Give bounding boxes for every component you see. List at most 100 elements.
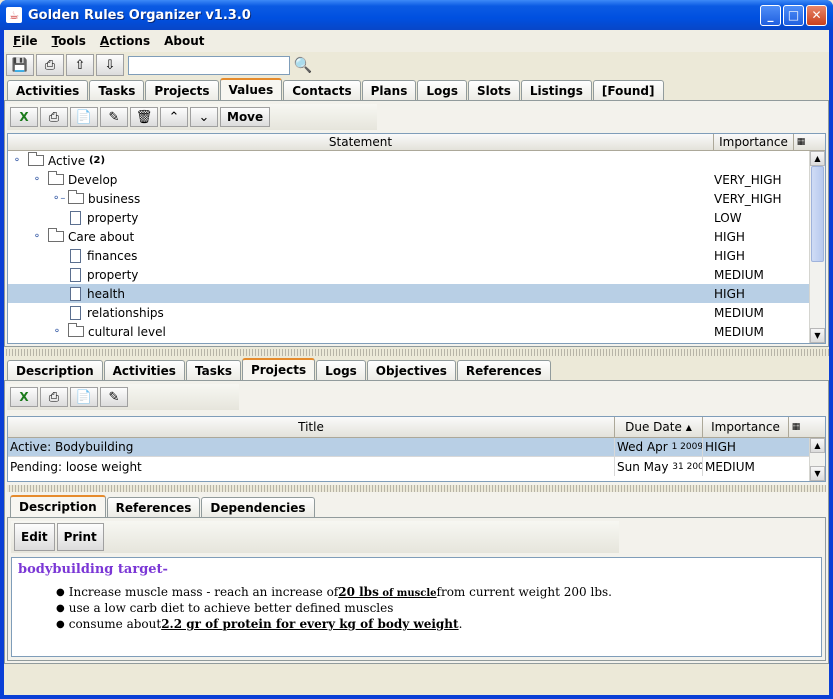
tab-detail-projects[interactable]: Projects: [241, 358, 316, 380]
tree-row-cultural-level[interactable]: ⚬ cultural level MEDIUM: [8, 322, 825, 341]
edit-pencil-icon: ✎: [108, 389, 120, 405]
close-button[interactable]: ✕: [806, 4, 827, 26]
main-toolbar: 💾 ⎙ ⇧ ⇩ 🔍: [4, 52, 829, 78]
importance-value: VERY_HIGH: [714, 172, 782, 187]
tab-detail-activities[interactable]: Activities: [103, 360, 185, 380]
values-print-button[interactable]: ⎙: [40, 107, 68, 127]
minimize-button[interactable]: _: [760, 4, 781, 26]
tree-expanded-handle-icon[interactable]: ⚬: [12, 155, 22, 166]
tab-tasks[interactable]: Tasks: [89, 80, 145, 100]
projects-new-button[interactable]: 📄: [70, 387, 98, 407]
save-button[interactable]: 💾: [6, 54, 34, 76]
table-row[interactable]: Pending: loose weight Sun May 31 2009 ME…: [8, 457, 809, 476]
column-statement[interactable]: Statement: [8, 134, 714, 150]
projects-edit-button[interactable]: ✎: [100, 387, 128, 407]
projects-print-button[interactable]: ⎙: [40, 387, 68, 407]
move-button[interactable]: Move: [220, 107, 271, 127]
search-icon[interactable]: 🔍: [290, 54, 316, 76]
tab-activities[interactable]: Activities: [7, 80, 89, 100]
search-input[interactable]: [128, 55, 290, 75]
tab-listings[interactable]: Listings: [520, 80, 592, 100]
download-button[interactable]: ⇩: [96, 54, 124, 76]
move-up-button[interactable]: ⌃: [160, 107, 188, 127]
column-chooser-icon[interactable]: ▦: [794, 134, 808, 150]
tab-desc-dependencies[interactable]: Dependencies: [201, 497, 315, 517]
scroll-up-icon[interactable]: ▲: [810, 151, 825, 166]
tree-collapsed-handle-icon[interactable]: ⚬–: [52, 193, 65, 204]
tab-description[interactable]: Description: [7, 360, 103, 380]
split-pane-divider[interactable]: [4, 349, 829, 356]
new-document-icon: 📄: [75, 389, 93, 405]
tab-objectives[interactable]: Objectives: [366, 360, 456, 380]
importance-value: VERY_HIGH: [714, 191, 782, 206]
maximize-button[interactable]: □: [783, 4, 804, 26]
tree-row-health[interactable]: health HIGH: [8, 284, 809, 303]
sort-ascending-icon: ▲: [685, 422, 692, 432]
edit-button[interactable]: Edit: [14, 523, 55, 551]
tab-references[interactable]: References: [456, 360, 551, 380]
tab-projects[interactable]: Projects: [145, 80, 219, 100]
description-toolbar: Edit Print: [11, 521, 619, 553]
list-item: use a low carb diet to achieve better de…: [56, 601, 815, 615]
excel-icon: X: [19, 110, 29, 124]
table-row[interactable]: Active: Bodybuilding Wed Apr 1 2009 HIGH: [8, 438, 809, 457]
description-heading: bodybuilding target-: [18, 562, 168, 577]
column-importance[interactable]: Importance: [714, 134, 794, 150]
tree-row-business[interactable]: ⚬– business VERY_HIGH: [8, 189, 825, 208]
column-project-importance[interactable]: Importance: [703, 417, 789, 437]
tab-desc-description[interactable]: Description: [10, 495, 106, 517]
importance-value: MEDIUM: [714, 324, 764, 339]
tab-plans[interactable]: Plans: [361, 80, 417, 100]
tree-row-active[interactable]: ⚬ Active (2): [8, 151, 825, 170]
tree-row-finances[interactable]: finances HIGH: [8, 246, 825, 265]
tree-row-property-develop[interactable]: property LOW: [8, 208, 825, 227]
importance-value: HIGH: [714, 248, 745, 263]
tree-row-relationships[interactable]: relationships MEDIUM: [8, 303, 825, 322]
folder-open-icon: [68, 323, 84, 337]
client-area: File Tools Actions About 💾 ⎙ ⇧ ⇩ 🔍 Activ…: [4, 30, 829, 695]
values-scrollbar[interactable]: ▲ ▼: [809, 151, 825, 343]
tree-row-care-about[interactable]: ⚬ Care about HIGH: [8, 227, 825, 246]
tab-desc-references[interactable]: References: [106, 497, 201, 517]
tree-row-property-care[interactable]: property MEDIUM: [8, 265, 825, 284]
tab-detail-logs[interactable]: Logs: [316, 360, 366, 380]
projects-scrollbar[interactable]: ▲ ▼: [809, 438, 825, 481]
tab-values[interactable]: Values: [219, 78, 283, 100]
print-button[interactable]: ⎙: [36, 54, 64, 76]
chevron-down-icon: ⌄: [198, 109, 210, 125]
menu-file[interactable]: File: [6, 34, 45, 48]
tab-detail-tasks[interactable]: Tasks: [185, 360, 241, 380]
tab-logs[interactable]: Logs: [417, 80, 467, 100]
move-down-button[interactable]: ⌄: [190, 107, 218, 127]
projects-export-excel-button[interactable]: X: [10, 387, 38, 407]
delete-item-button[interactable]: 🗑: [130, 107, 158, 127]
tab-slots[interactable]: Slots: [467, 80, 520, 100]
edit-item-button[interactable]: ✎: [100, 107, 128, 127]
scroll-thumb[interactable]: [811, 166, 824, 262]
tab-found[interactable]: [Found]: [592, 80, 664, 100]
scroll-up-icon[interactable]: ▲: [810, 438, 825, 453]
menu-tools[interactable]: Tools: [45, 34, 93, 48]
description-editor[interactable]: bodybuilding target- Increase muscle mas…: [11, 557, 822, 657]
export-excel-button[interactable]: X: [10, 107, 38, 127]
split-pane-divider-2[interactable]: [7, 485, 826, 492]
menu-actions[interactable]: Actions: [93, 34, 157, 48]
tree-expanded-handle-icon[interactable]: ⚬: [52, 326, 62, 337]
new-item-button[interactable]: 📄: [70, 107, 98, 127]
upload-button[interactable]: ⇧: [66, 54, 94, 76]
column-chooser-icon[interactable]: ▦: [789, 417, 803, 437]
print-description-button[interactable]: Print: [56, 523, 104, 551]
projects-panel: X ⎙ 📄 ✎ Title Due Date ▲ Importance ▦ Ac…: [4, 380, 829, 664]
importance-value: MEDIUM: [714, 267, 764, 282]
tree-expanded-handle-icon[interactable]: ⚬: [32, 231, 42, 242]
tree-expanded-handle-icon[interactable]: ⚬: [32, 174, 42, 185]
values-table-header: Statement Importance ▦: [8, 134, 825, 151]
scroll-down-icon[interactable]: ▼: [810, 466, 825, 481]
tree-row-develop[interactable]: ⚬ Develop VERY_HIGH: [8, 170, 825, 189]
title-bar[interactable]: ☕ Golden Rules Organizer v1.3.0 _ □ ✕: [0, 0, 833, 30]
column-title[interactable]: Title: [8, 417, 615, 437]
menu-about[interactable]: About: [157, 34, 211, 48]
column-due-date[interactable]: Due Date ▲: [615, 417, 703, 437]
scroll-down-icon[interactable]: ▼: [810, 328, 825, 343]
tab-contacts[interactable]: Contacts: [283, 80, 361, 100]
